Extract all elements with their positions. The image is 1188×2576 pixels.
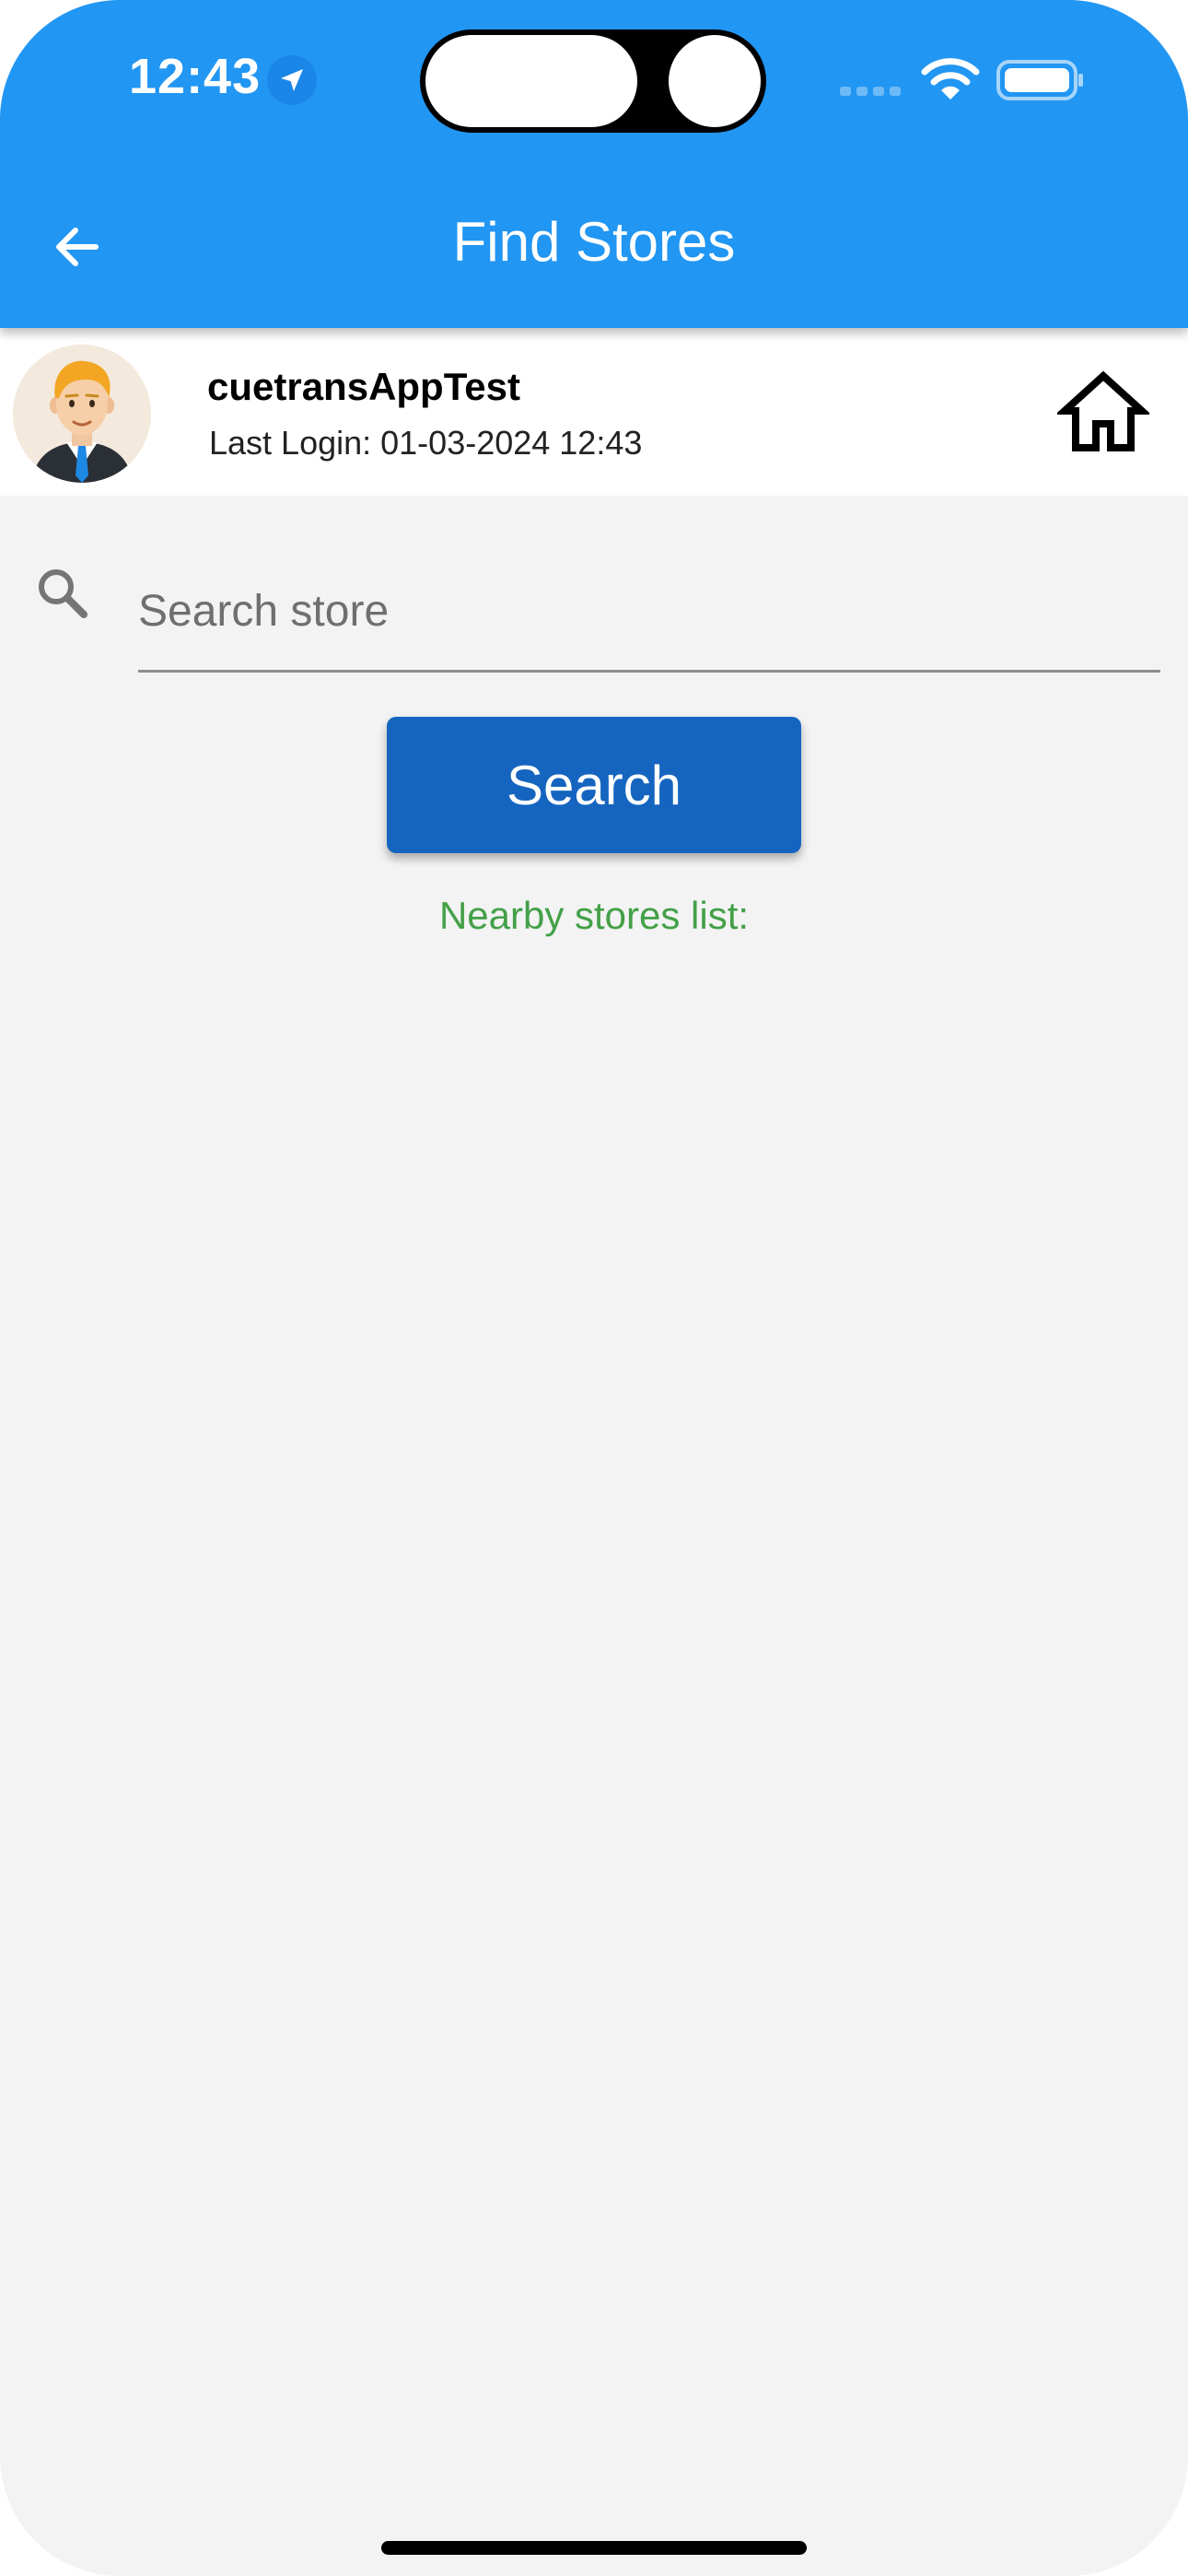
wifi-icon xyxy=(921,58,980,100)
status-time: 12:43 xyxy=(129,49,262,104)
island-right-dot xyxy=(669,35,761,127)
username: cuetransAppTest xyxy=(207,365,520,408)
location-arrow-icon xyxy=(267,55,317,105)
search-button[interactable]: Search xyxy=(387,717,801,853)
last-login-text: Last Login: 01-03-2024 12:43 xyxy=(209,424,643,462)
phone-screen: 12:43 Find Stores cuetransAppTest Last L… xyxy=(0,0,1188,2576)
cellular-signal-icon xyxy=(840,87,901,96)
user-header: cuetransAppTest Last Login: 01-03-2024 1… xyxy=(0,328,1188,496)
home-button[interactable] xyxy=(1054,369,1152,457)
avatar xyxy=(13,345,151,483)
page-title: Find Stores xyxy=(452,211,736,273)
island-left-pill xyxy=(425,35,637,127)
search-icon xyxy=(39,569,87,618)
dynamic-island xyxy=(420,29,766,133)
app-bar: 12:43 Find Stores xyxy=(0,0,1188,328)
home-icon xyxy=(1054,370,1152,451)
home-indicator xyxy=(381,2541,807,2555)
nearby-stores-label: Nearby stores list: xyxy=(438,894,750,937)
search-input[interactable] xyxy=(138,553,1160,673)
battery-icon xyxy=(996,60,1083,100)
